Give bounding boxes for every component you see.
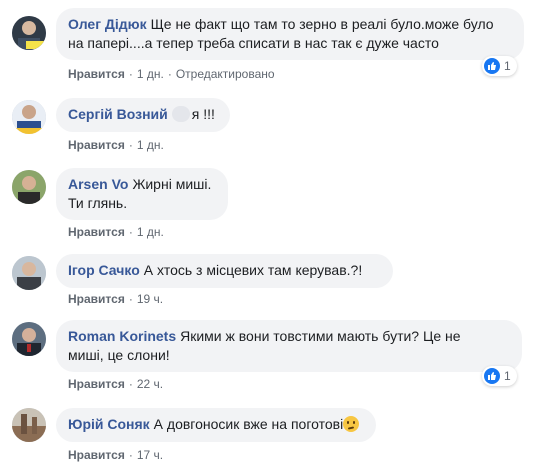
avatar[interactable] — [12, 16, 46, 50]
obscured-emoji-icon — [171, 106, 190, 122]
like-link[interactable]: Нравится — [68, 225, 125, 239]
edited-label: Отредактировано — [175, 67, 275, 81]
comment-text-line2: Ти глянь. — [68, 195, 128, 211]
like-link[interactable]: Нравится — [68, 67, 125, 81]
comment-text: А хтось з місцевих там керував.?! — [143, 262, 363, 278]
comment-text: Ще не факт що там то зерно в реалі було.… — [150, 16, 494, 32]
comment-bubble: Сергій Возний я !!! — [56, 98, 230, 132]
comment-bubble: Ігор Сачко А хтось з місцевих там керував… — [56, 254, 393, 288]
comment-text: Якими ж вони товстими мають бути? Це не — [180, 328, 461, 344]
comment-bubble: Roman Korinets Якими ж вони товстими мают… — [56, 320, 522, 372]
comment-meta: Нравится · 1 дн. · Отредактировано — [68, 67, 275, 81]
reaction-count[interactable]: 1 — [482, 366, 517, 386]
timestamp[interactable]: 17 ч. — [137, 448, 163, 462]
author-name[interactable]: Ігор Сачко — [68, 262, 140, 278]
avatar[interactable] — [12, 256, 46, 290]
comment-text: я !!! — [191, 106, 215, 122]
like-link[interactable]: Нравится — [68, 138, 125, 152]
author-name[interactable]: Сергій Возний — [68, 106, 168, 122]
comment-bubble: Юрій Соняк А довгоносик вже на поготові — [56, 408, 376, 442]
avatar[interactable] — [12, 100, 46, 134]
reaction-count[interactable]: 1 — [482, 56, 517, 76]
timestamp[interactable]: 22 ч. — [137, 377, 163, 391]
like-thumb-icon — [484, 58, 500, 74]
author-name[interactable]: Юрій Соняк — [68, 416, 150, 432]
avatar[interactable] — [12, 322, 46, 356]
like-link[interactable]: Нравится — [68, 377, 125, 391]
comment-text-line2: на папері....а тепер треба списати в нас… — [68, 35, 439, 51]
like-link[interactable]: Нравится — [68, 448, 125, 462]
comment-meta: Нравится · 1 дн. — [68, 138, 164, 152]
avatar[interactable] — [12, 170, 46, 204]
like-thumb-icon — [484, 368, 500, 384]
comment-meta: Нравится · 17 ч. — [68, 448, 164, 462]
avatar[interactable] — [12, 408, 46, 442]
like-link[interactable]: Нравится — [68, 292, 125, 306]
timestamp[interactable]: 1 дн. — [137, 225, 164, 239]
thinking-face-icon — [343, 416, 360, 432]
comment-text-line2: миші, це слони! — [68, 347, 170, 363]
timestamp[interactable]: 19 ч. — [137, 292, 163, 306]
comment-text: Жирні миші. — [132, 176, 212, 192]
author-name[interactable]: Олег Дідюк — [68, 16, 147, 32]
author-name[interactable]: Roman Korinets — [68, 328, 176, 344]
comment-meta: Нравится · 19 ч. — [68, 292, 164, 306]
comment-meta: Нравится · 22 ч. — [68, 377, 164, 391]
comment-bubble: Олег Дідюк Ще не факт що там то зерно в р… — [56, 8, 524, 60]
timestamp[interactable]: 1 дн. — [137, 138, 164, 152]
comment-bubble: Arsen Vo Жирні миші. Ти глянь. — [56, 168, 228, 220]
comment-meta: Нравится · 1 дн. — [68, 225, 164, 239]
author-name[interactable]: Arsen Vo — [68, 176, 128, 192]
timestamp[interactable]: 1 дн. — [137, 67, 164, 81]
comment-text: А довгоносик вже на поготові — [153, 416, 344, 432]
